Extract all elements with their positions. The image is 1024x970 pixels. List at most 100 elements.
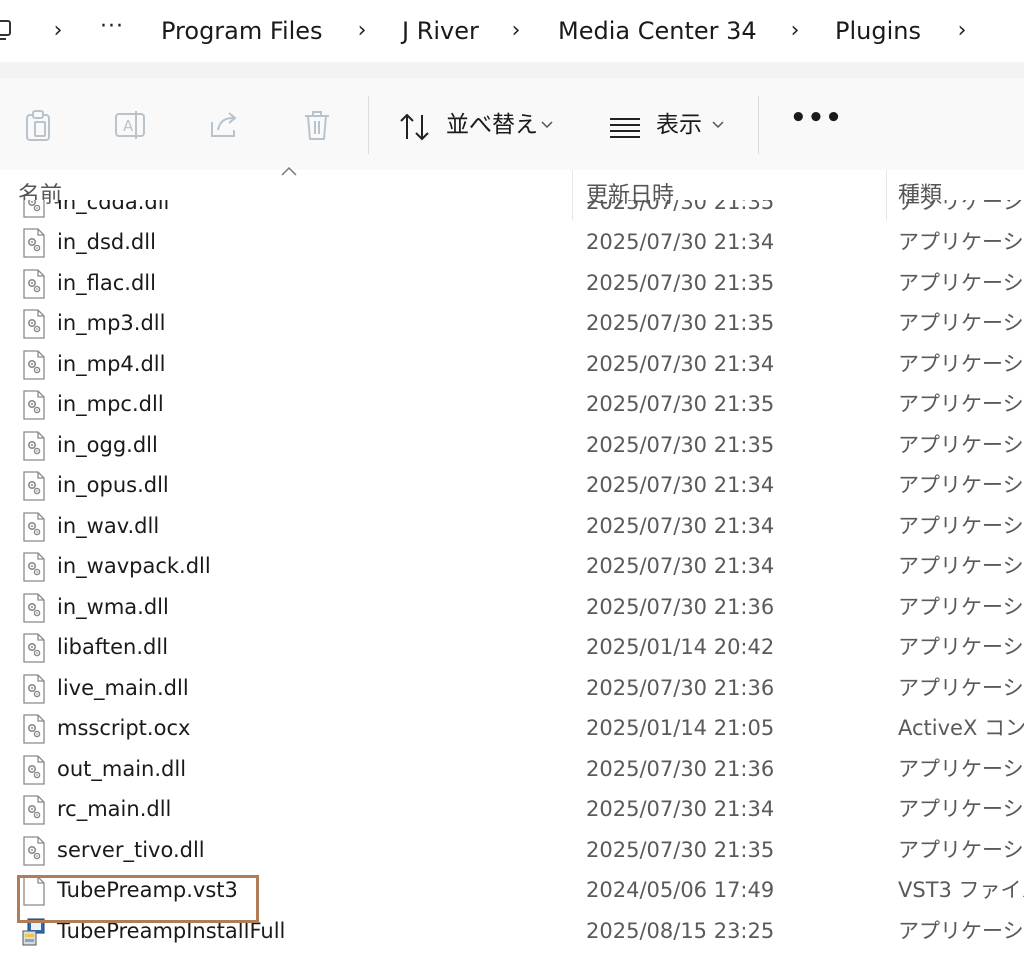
breadcrumb-separator-icon[interactable]: ›: [48, 16, 68, 46]
file-modified-date: 2025/07/30 21:35: [586, 392, 775, 417]
file-name: out_main.dll: [57, 756, 187, 781]
file-row[interactable]: in_mp4.dll 2025/07/30 21:34 アプリケーション拡張: [0, 344, 1024, 384]
file-name: in_ogg.dll: [57, 432, 158, 457]
file-name: in_wavpack.dll: [57, 554, 211, 579]
file-type: アプリケーション拡張: [898, 837, 1024, 862]
address-bar[interactable]: › ··· Program Files › J River › Media Ce…: [0, 0, 1024, 62]
file-row[interactable]: in_flac.dll 2025/07/30 21:35 アプリケーション拡張: [0, 263, 1024, 303]
file-type: アプリケーション拡張: [898, 270, 1024, 295]
file-row[interactable]: msscript.ocx 2025/01/14 21:05 ActiveX コントロ…: [0, 708, 1024, 748]
file-name: in_opus.dll: [57, 473, 169, 498]
file-modified-date: 2025/07/30 21:34: [586, 473, 775, 498]
file-row[interactable]: live_main.dll 2025/07/30 21:36 アプリケーション拡張: [0, 668, 1024, 708]
file-type: VST3 ファイル: [898, 878, 1024, 903]
share-icon[interactable]: [208, 108, 242, 142]
rename-icon[interactable]: A: [113, 108, 147, 142]
file-modified-date: 2025/07/30 21:35: [586, 311, 775, 336]
file-row[interactable]: out_main.dll 2025/07/30 21:36 アプリケーション拡張: [0, 749, 1024, 789]
file-type: アプリケーション拡張: [898, 513, 1024, 538]
file-name: in_cdda.dll: [57, 200, 170, 214]
file-modified-date: 2025/07/30 21:35: [586, 432, 775, 457]
dll-icon: [22, 200, 46, 218]
dll-icon: [22, 755, 46, 785]
breadcrumb-item-media-center[interactable]: Media Center 34: [558, 16, 757, 46]
file-list[interactable]: in_cdda.dll2025/07/30 21:35アプリケーション拡張in_…: [0, 200, 1024, 970]
file-type: アプリケーション拡張: [898, 675, 1024, 700]
breadcrumb-separator-icon[interactable]: ›: [506, 16, 526, 46]
file-modified-date: 2025/07/30 21:36: [586, 594, 775, 619]
breadcrumb-item-j-river[interactable]: J River: [402, 16, 479, 46]
file-type: アプリケーション拡張: [898, 392, 1024, 417]
dll-icon: [22, 552, 46, 582]
file-name: in_mp4.dll: [57, 351, 166, 376]
toolbar-divider: [368, 96, 369, 154]
file-name: in_dsd.dll: [57, 230, 156, 255]
view-label: 表示: [656, 112, 702, 138]
file-modified-date: 2025/07/30 21:35: [586, 837, 775, 862]
chevron-down-icon: [712, 121, 724, 129]
this-pc-icon[interactable]: [0, 18, 16, 44]
view-list-icon: [610, 118, 640, 138]
file-row[interactable]: in_mp3.dll 2025/07/30 21:35 アプリケーション拡張: [0, 303, 1024, 343]
file-type: アプリケーション拡張: [898, 797, 1024, 822]
toolbar-divider: [758, 96, 759, 154]
file-modified-date: 2025/07/30 21:34: [586, 797, 775, 822]
file-row[interactable]: in_mpc.dll 2025/07/30 21:35 アプリケーション拡張: [0, 384, 1024, 424]
file-modified-date: 2025/07/30 21:36: [586, 756, 775, 781]
installer-icon: [22, 917, 46, 947]
file-row[interactable]: rc_main.dll 2025/07/30 21:34 アプリケーション拡張: [0, 789, 1024, 829]
file-name: in_wav.dll: [57, 513, 160, 538]
file-row[interactable]: in_cdda.dll 2025/07/30 21:35 アプリケーション拡張: [0, 200, 1024, 222]
file-row[interactable]: in_wma.dll 2025/07/30 21:36 アプリケーション拡張: [0, 587, 1024, 627]
file-type: アプリケーション拡張: [898, 635, 1024, 660]
blank-file-icon: [22, 876, 46, 906]
file-row[interactable]: in_wav.dll 2025/07/30 21:34 アプリケーション拡張: [0, 506, 1024, 546]
file-name: TubePreampInstallFull: [57, 918, 286, 943]
breadcrumb-item-plugins[interactable]: Plugins: [835, 16, 921, 46]
command-bar: A 並べ替え 表示 •••: [0, 78, 1024, 171]
file-type: アプリケーション拡張: [898, 594, 1024, 619]
dll-icon: [22, 309, 46, 339]
breadcrumb-separator-icon[interactable]: ›: [952, 16, 972, 46]
file-row[interactable]: in_wavpack.dll 2025/07/30 21:34 アプリケーション拡張: [0, 546, 1024, 586]
dll-icon: [22, 512, 46, 542]
sort-ascending-icon: [281, 166, 297, 176]
dll-icon: [22, 228, 46, 258]
breadcrumb-separator-icon[interactable]: ›: [785, 16, 805, 46]
dll-icon: [22, 350, 46, 380]
file-row[interactable]: server_tivo.dll 2025/07/30 21:35 アプリケーション拡…: [0, 830, 1024, 870]
file-type: アプリケーション拡張: [898, 473, 1024, 498]
sort-label: 並べ替え: [446, 112, 538, 138]
file-name: libaften.dll: [57, 635, 169, 660]
file-type: アプリケーション: [898, 918, 1024, 943]
breadcrumb-item-program-files[interactable]: Program Files: [161, 16, 323, 46]
file-type: アプリケーション拡張: [898, 432, 1024, 457]
file-type: ActiveX コントロール: [898, 716, 1024, 741]
breadcrumb-separator-icon[interactable]: ›: [352, 16, 372, 46]
file-name: in_mpc.dll: [57, 392, 164, 417]
more-options-button[interactable]: •••: [790, 104, 843, 132]
file-row[interactable]: TubePreampInstallFull 2025/08/15 23:25 アプリ…: [0, 911, 1024, 951]
file-type: アプリケーション拡張: [898, 311, 1024, 336]
breadcrumb-overflow-button[interactable]: ···: [100, 14, 124, 39]
delete-icon[interactable]: [300, 108, 334, 142]
file-row[interactable]: libaften.dll 2025/01/14 20:42 アプリケーション拡張: [0, 627, 1024, 667]
file-row[interactable]: in_ogg.dll 2025/07/30 21:35 アプリケーション拡張: [0, 425, 1024, 465]
file-modified-date: 2025/01/14 21:05: [586, 716, 775, 741]
file-name: rc_main.dll: [57, 797, 172, 822]
copy-icon[interactable]: [22, 108, 56, 142]
file-name: server_tivo.dll: [57, 837, 205, 862]
dll-icon: [22, 390, 46, 420]
file-modified-date: 2025/07/30 21:35: [586, 270, 775, 295]
file-type: アプリケーション拡張: [898, 554, 1024, 579]
file-modified-date: 2024/05/06 17:49: [586, 878, 775, 903]
file-row[interactable]: TubePreamp.vst3 2024/05/06 17:49 VST3 ファイル: [0, 870, 1024, 910]
file-row[interactable]: in_opus.dll 2025/07/30 21:34 アプリケーション拡張: [0, 465, 1024, 505]
dll-icon: [22, 633, 46, 663]
dll-icon: [22, 836, 46, 866]
dll-icon: [22, 795, 46, 825]
chevron-down-icon: [541, 121, 553, 129]
file-row[interactable]: in_dsd.dll 2025/07/30 21:34 アプリケーション拡張: [0, 222, 1024, 262]
file-modified-date: 2025/07/30 21:35: [586, 200, 775, 214]
file-modified-date: 2025/07/30 21:34: [586, 230, 775, 255]
